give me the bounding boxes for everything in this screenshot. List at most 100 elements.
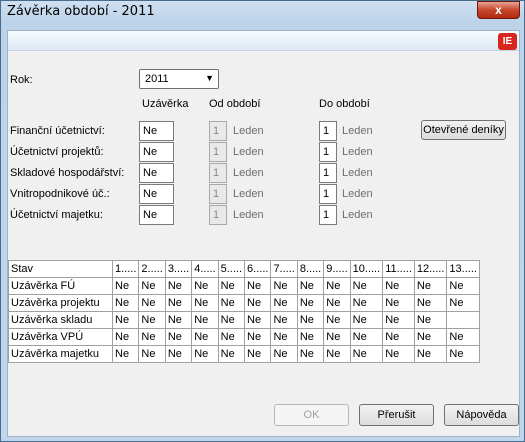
table-cell: Ne	[382, 345, 415, 363]
table-cell: Ne	[382, 294, 415, 312]
table-cell: Uzávěrka skladu	[8, 311, 113, 329]
table-cell: Ne	[191, 311, 219, 329]
table-cell: Ne	[413, 311, 448, 329]
row-label: Účetnictví majetku:	[10, 209, 103, 221]
table-cell: Ne	[138, 277, 166, 295]
table-cell: Ne	[164, 311, 193, 329]
table-cell: Ne	[138, 345, 166, 363]
table-cell: Ne	[244, 294, 272, 312]
do-obdobi-field[interactable]: 1	[319, 142, 337, 162]
uzaverka-field[interactable]: Ne	[139, 205, 174, 225]
table-cell: Ne	[217, 294, 246, 312]
do-obdobi-month: Leden	[342, 209, 373, 221]
do-obdobi-month: Leden	[342, 188, 373, 200]
rok-select[interactable]: 2011 ▼	[139, 69, 219, 89]
column-header: 4.....	[191, 260, 219, 278]
ok-button[interactable]: OK	[274, 404, 349, 426]
dialog-client-area: IE Rok: 2011 ▼ Uzávěrka Od období Do obd…	[7, 30, 520, 437]
table-cell: Ne	[382, 328, 415, 346]
header-do-obdobi: Do období	[319, 98, 370, 110]
column-header: 10.....	[349, 260, 384, 278]
table-cell: Ne	[270, 311, 298, 329]
column-header: 8.....	[296, 260, 325, 278]
od-obdobi-month: Leden	[233, 125, 264, 137]
do-obdobi-month: Leden	[342, 125, 373, 137]
table-cell: Ne	[191, 277, 219, 295]
od-obdobi-month: Leden	[233, 188, 264, 200]
do-obdobi-month: Leden	[342, 146, 373, 158]
header-strip: IE	[8, 31, 519, 51]
table-row: Uzávěrka majetku Ne Ne Ne Ne Ne Ne Ne Ne Ne Ne Ne Ne…	[8, 345, 480, 363]
table-cell: Ne	[446, 328, 480, 346]
header-od-obdobi: Od období	[209, 98, 261, 110]
table-cell: Ne	[191, 328, 219, 346]
do-obdobi-field[interactable]: 1	[319, 184, 337, 204]
open-journals-button[interactable]: Otevřené deníky	[421, 120, 506, 140]
table-cell: Ne	[270, 345, 298, 363]
window-title: Závěrka období - 2011	[7, 4, 155, 19]
table-cell: Ne	[382, 311, 415, 329]
table-cell: Ne	[296, 277, 325, 295]
table-cell: Ne	[323, 345, 351, 363]
do-obdobi-field[interactable]: 1	[319, 205, 337, 225]
column-header: 12.....	[413, 260, 448, 278]
cancel-button[interactable]: Přerušit	[359, 404, 434, 426]
table-cell: Ne	[111, 328, 140, 346]
od-obdobi-field: 1	[209, 163, 227, 183]
od-obdobi-field: 1	[209, 184, 227, 204]
column-header: 9.....	[323, 260, 351, 278]
table-cell: Ne	[138, 328, 166, 346]
table-cell: Ne	[446, 294, 480, 312]
uzaverka-field[interactable]: Ne	[139, 184, 174, 204]
rok-select-value: 2011	[145, 73, 169, 85]
table-cell: Ne	[111, 277, 140, 295]
table-cell: Ne	[244, 328, 272, 346]
do-obdobi-field[interactable]: 1	[319, 163, 337, 183]
table-cell: Ne	[349, 345, 384, 363]
uzaverka-field[interactable]: Ne	[139, 121, 174, 141]
od-obdobi-month: Leden	[233, 146, 264, 158]
table-cell: Ne	[413, 328, 448, 346]
row-label: Účetnictví projektů:	[10, 146, 104, 158]
table-cell: Ne	[270, 294, 298, 312]
table-cell: Uzávěrka VPÚ	[8, 328, 113, 346]
column-header: Stav	[8, 260, 113, 278]
rok-label: Rok:	[10, 74, 33, 86]
row-label: Finanční účetnictví:	[10, 125, 105, 137]
table-cell: Ne	[217, 277, 246, 295]
title-bar: Závěrka období - 2011 x	[1, 1, 524, 23]
chevron-down-icon: ▼	[205, 73, 214, 83]
table-cell: Ne	[296, 294, 325, 312]
table-cell: Ne	[270, 277, 298, 295]
table-row: Uzávěrka FÚ Ne Ne Ne Ne Ne Ne Ne Ne Ne Ne Ne Ne Ne	[8, 277, 480, 295]
column-header: 7.....	[270, 260, 298, 278]
uzaverka-field[interactable]: Ne	[139, 163, 174, 183]
od-obdobi-month: Leden	[233, 167, 264, 179]
od-obdobi-field: 1	[209, 205, 227, 225]
close-button[interactable]: x	[477, 1, 520, 19]
table-header-row: Stav 1..... 2..... 3..... 4..... 5..... 6.....…	[8, 260, 480, 278]
uzaverka-field[interactable]: Ne	[139, 142, 174, 162]
table-cell: Ne	[413, 294, 448, 312]
column-header: 2.....	[138, 260, 166, 278]
column-header: 5.....	[217, 260, 246, 278]
table-cell: Ne	[323, 328, 351, 346]
closing-status-table: Stav 1..... 2..... 3..... 4..... 5..... 6.....…	[8, 260, 480, 363]
help-button[interactable]: Nápověda	[444, 404, 519, 426]
column-header: 1.....	[111, 260, 140, 278]
table-row: Uzávěrka projektu Ne Ne Ne Ne Ne Ne Ne Ne Ne Ne Ne N…	[8, 294, 480, 312]
table-cell: Ne	[244, 345, 272, 363]
app-logo-icon: IE	[498, 33, 517, 50]
table-row: Uzávěrka VPÚ Ne Ne Ne Ne Ne Ne Ne Ne Ne Ne Ne Ne Ne	[8, 328, 480, 346]
table-cell: Ne	[349, 277, 384, 295]
table-cell: Ne	[217, 311, 246, 329]
table-cell: Ne	[164, 294, 193, 312]
table-row: Uzávěrka skladu Ne Ne Ne Ne Ne Ne Ne Ne Ne Ne Ne Ne	[8, 311, 480, 329]
table-cell: Ne	[296, 311, 325, 329]
table-cell: Ne	[323, 294, 351, 312]
do-obdobi-field[interactable]: 1	[319, 121, 337, 141]
table-cell: Ne	[446, 345, 480, 363]
table-cell: Ne	[111, 294, 140, 312]
table-cell: Ne	[164, 328, 193, 346]
header-uzaverka: Uzávěrka	[142, 98, 189, 110]
